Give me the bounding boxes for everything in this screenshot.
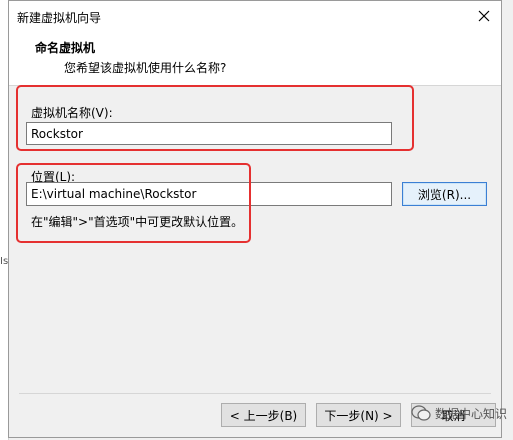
page-title: 命名虚拟机 — [35, 41, 96, 55]
location-hint: 在"编辑">"首选项"中可更改默认位置。 — [31, 215, 244, 229]
vm-name-input[interactable] — [26, 122, 392, 145]
background-partial-text: Is — [0, 256, 8, 267]
cancel-button[interactable]: 取消 — [411, 403, 496, 427]
browse-button[interactable]: 浏览(R)... — [402, 182, 487, 206]
wizard-header: 命名虚拟机 您希望该虚拟机使用什么名称? — [9, 31, 501, 86]
location-input[interactable] — [26, 182, 392, 206]
footer-divider — [19, 393, 491, 394]
back-button[interactable]: < 上一步(B) — [221, 403, 306, 427]
close-button[interactable] — [467, 1, 501, 31]
new-vm-wizard-dialog: 新建虚拟机向导 命名虚拟机 您希望该虚拟机使用什么名称? 虚拟机名称(V): 位… — [8, 0, 502, 438]
page-subtitle: 您希望该虚拟机使用什么名称? — [64, 61, 227, 75]
close-icon — [478, 10, 490, 22]
vm-name-label: 虚拟机名称(V): — [31, 106, 113, 120]
next-button[interactable]: 下一步(N) > — [316, 403, 401, 427]
window-title: 新建虚拟机向导 — [17, 11, 102, 25]
title-bar: 新建虚拟机向导 — [9, 1, 501, 31]
